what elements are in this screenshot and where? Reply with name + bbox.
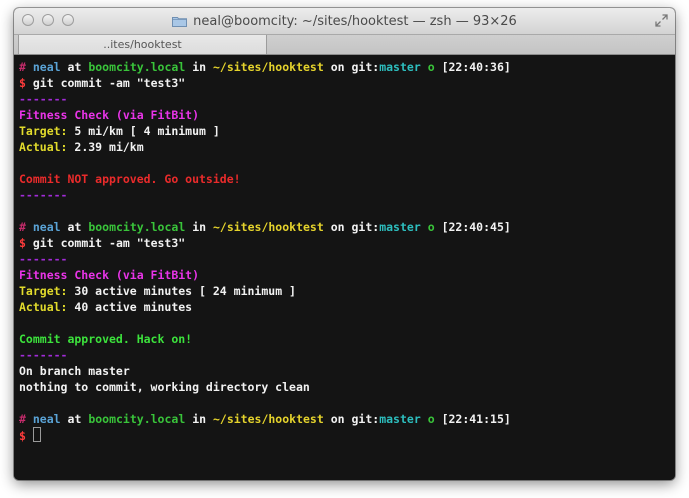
separator-line: ------- [19,348,68,362]
prompt-git-label: git: [351,412,380,426]
command-line: $ git commit -am "test3" [19,75,675,91]
prompt-hash: # [19,220,26,234]
prompt-status: o [427,60,435,74]
fullscreen-icon[interactable] [655,14,668,27]
actual-line: Actual: 40 active minutes [19,299,675,315]
prompt-host: boomcity.local [88,220,186,234]
separator-line: ------- [19,188,68,202]
target-line: Target: 5 mi/km [ 4 minimum ] [19,123,675,139]
prompt-hash: # [19,60,26,74]
prompt-branch: master [379,412,421,426]
prompt-git-label: git: [351,220,380,234]
commit-result-line: Commit approved. Hack on! [19,332,193,346]
tab-bar-empty-area [267,35,675,54]
target-value: 5 mi/km [ 4 minimum ] [74,124,220,138]
prompt-hash: # [19,412,26,426]
prompt-in: in [192,220,207,234]
prompt-on: on [330,220,345,234]
target-label: Target: [19,284,68,298]
tab-bar: ..ites/hooktest [14,35,675,55]
git-output-line: nothing to commit, working directory cle… [19,380,310,394]
command-text: git commit -am "test3" [32,236,186,250]
prompt-at: at [67,60,82,74]
prompt-dollar: $ [19,76,26,90]
prompt-at: at [67,220,82,234]
tab-label: ..ites/hooktest [103,38,182,51]
prompt-git-label: git: [351,60,380,74]
prompt-time: [22:40:45] [441,220,511,234]
prompt-host: boomcity.local [88,60,186,74]
command-line: $ git commit -am "test3" [19,235,675,251]
fitness-heading: Fitness Check (via FitBit) [19,108,200,122]
actual-value: 40 active minutes [74,300,193,314]
window-title-container: neal@boomcity: ~/sites/hooktest — zsh — … [14,8,675,34]
separator-line: ------- [19,252,68,266]
target-label: Target: [19,124,68,138]
title-bar[interactable]: neal@boomcity: ~/sites/hooktest — zsh — … [14,8,675,35]
prompt-status: o [427,220,435,234]
prompt-line: # neal at boomcity.local in ~/sites/hook… [19,219,675,235]
text-cursor[interactable] [32,427,41,442]
command-text: git commit -am "test3" [32,76,186,90]
prompt-on: on [330,412,345,426]
prompt-dir: ~/sites/hooktest [212,220,324,234]
terminal-window: neal@boomcity: ~/sites/hooktest — zsh — … [14,8,675,480]
commit-result-line: Commit NOT approved. Go outside! [19,172,241,186]
git-output-line: On branch master [19,364,130,378]
window-title: neal@boomcity: ~/sites/hooktest — zsh — … [193,13,517,29]
prompt-dollar: $ [19,236,26,250]
prompt-at: at [67,412,82,426]
prompt-dir: ~/sites/hooktest [212,412,324,426]
prompt-host: boomcity.local [88,412,186,426]
target-line: Target: 30 active minutes [ 24 minimum ] [19,283,675,299]
fitness-heading: Fitness Check (via FitBit) [19,268,200,282]
prompt-user: neal [32,412,61,426]
prompt-line: # neal at boomcity.local in ~/sites/hook… [19,59,675,75]
prompt-user: neal [32,60,61,74]
tab-hooktest[interactable]: ..ites/hooktest [18,35,267,54]
prompt-user: neal [32,220,61,234]
prompt-dir: ~/sites/hooktest [212,60,324,74]
prompt-in: in [192,60,207,74]
actual-label: Actual: [19,140,68,154]
separator-line: ------- [19,92,68,106]
target-value: 30 active minutes [ 24 minimum ] [74,284,296,298]
prompt-line: # neal at boomcity.local in ~/sites/hook… [19,411,675,427]
prompt-branch: master [379,60,421,74]
prompt-time: [22:40:36] [441,60,511,74]
folder-icon [172,16,188,27]
prompt-dollar: $ [19,429,26,443]
actual-label: Actual: [19,300,68,314]
prompt-branch: master [379,220,421,234]
active-command-line[interactable]: $ [19,427,675,443]
prompt-status: o [427,412,435,426]
prompt-on: on [330,60,345,74]
actual-line: Actual: 2.39 mi/km [19,139,675,155]
actual-value: 2.39 mi/km [74,140,144,154]
prompt-in: in [192,412,207,426]
terminal-output[interactable]: # neal at boomcity.local in ~/sites/hook… [14,55,675,480]
prompt-time: [22:41:15] [441,412,511,426]
